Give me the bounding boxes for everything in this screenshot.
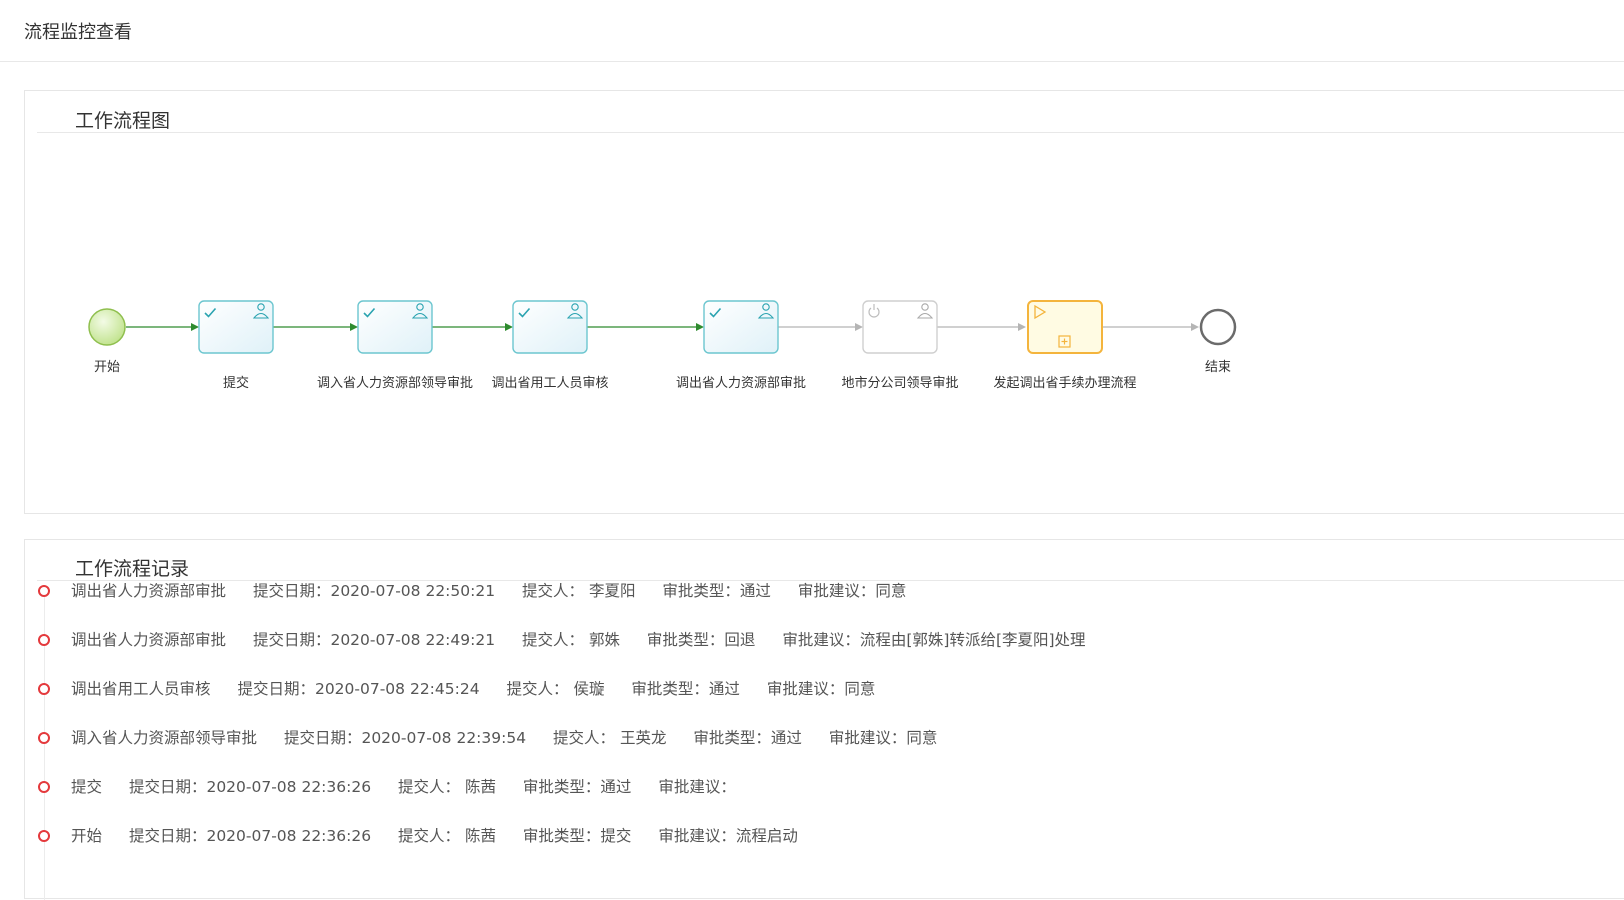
node-label-submit: 提交 bbox=[223, 375, 249, 391]
timeline-dot bbox=[38, 683, 50, 695]
record-type: 审批类型：通过 bbox=[631, 680, 740, 698]
page-header: 流程监控查看 bbox=[0, 0, 1624, 62]
record-type: 审批类型：提交 bbox=[522, 827, 632, 845]
record-date: 提交日期：2020-07-08 22:36:26 bbox=[128, 827, 372, 845]
record-date: 提交日期：2020-07-08 22:50:21 bbox=[252, 582, 496, 600]
workflow-records-title: 工作流程记录 bbox=[75, 558, 190, 580]
record-step: 开始 bbox=[71, 827, 103, 845]
node-label-end: 结束 bbox=[1205, 360, 1231, 375]
node-label-start: 开始 bbox=[94, 360, 120, 375]
timeline-dot bbox=[38, 585, 50, 597]
record-type: 审批类型：通过 bbox=[693, 729, 802, 747]
page-title: 流程监控查看 bbox=[24, 22, 132, 43]
timeline-dot bbox=[38, 732, 50, 744]
node-label-export-staff-review: 调出省用工人员审核 bbox=[491, 376, 608, 391]
arrow-head bbox=[505, 323, 513, 331]
record-step: 调出省人力资源部审批 bbox=[71, 631, 227, 649]
arrow-head bbox=[350, 323, 358, 331]
record-type: 审批类型：回退 bbox=[646, 631, 756, 649]
record-type: 审批类型：通过 bbox=[522, 778, 632, 796]
node-label-import-hr-leader-approval: 调入省人力资源部领导审批 bbox=[317, 376, 473, 391]
record-item: 调出省人力资源部审批 提交日期：2020-07-08 22:50:21 提交人：… bbox=[25, 579, 1605, 605]
arrow-head bbox=[1191, 323, 1199, 331]
task-import-hr-leader-approval[interactable] bbox=[357, 300, 433, 354]
record-submitter: 提交人： 侯璇 bbox=[506, 680, 605, 698]
workflow-diagram-canvas: 开始 提交 调入省人力资源部领导审批 调出省用工人员审核 调出省人力资源部审批 … bbox=[88, 300, 1237, 391]
record-date: 提交日期：2020-07-08 22:39:54 bbox=[283, 729, 527, 747]
task-export-hr-approval[interactable] bbox=[703, 300, 779, 354]
record-step: 调出省人力资源部审批 bbox=[71, 582, 227, 600]
record-item: 开始 提交日期：2020-07-08 22:36:26 提交人： 陈茜 审批类型… bbox=[25, 824, 1605, 850]
node-label-export-hr-approval: 调出省人力资源部审批 bbox=[676, 376, 806, 391]
subprocess-export-procedure[interactable] bbox=[1027, 300, 1103, 354]
record-submitter: 提交人： 陈茜 bbox=[398, 827, 496, 845]
record-opinion: 审批建议：流程由[郭姝]转派给[李夏阳]处理 bbox=[782, 631, 1086, 649]
task-submit[interactable] bbox=[198, 300, 274, 354]
task-export-staff-review[interactable] bbox=[512, 300, 588, 354]
record-date: 提交日期：2020-07-08 22:45:24 bbox=[237, 680, 480, 698]
record-item: 调出省用工人员审核 提交日期：2020-07-08 22:45:24 提交人： … bbox=[25, 677, 1605, 703]
record-submitter: 提交人： 王英龙 bbox=[553, 729, 667, 747]
record-submitter: 提交人： 李夏阳 bbox=[522, 582, 636, 600]
timeline-dot bbox=[38, 781, 50, 793]
record-item: 调出省人力资源部审批 提交日期：2020-07-08 22:49:21 提交人：… bbox=[25, 628, 1605, 654]
end-event[interactable] bbox=[1199, 308, 1237, 346]
workflow-diagram-panel: 工作流程图 开始 提交 调入省人力资源部领导审批 调出省用工人员审核 调出省人力… bbox=[24, 90, 1624, 514]
record-date: 提交日期：2020-07-08 22:49:21 bbox=[252, 631, 496, 649]
start-event[interactable] bbox=[88, 308, 126, 346]
record-opinion: 审批建议： bbox=[658, 778, 736, 796]
record-step: 调出省用工人员审核 bbox=[71, 680, 211, 698]
record-submitter: 提交人： 陈茜 bbox=[398, 778, 496, 796]
workflow-records-panel: 工作流程记录 调出省人力资源部审批 提交日期：2020-07-08 22:50:… bbox=[24, 539, 1624, 900]
node-label-export-procedure: 发起调出省手续办理流程 bbox=[993, 375, 1136, 391]
record-opinion: 审批建议：流程启动 bbox=[658, 827, 798, 845]
record-opinion: 审批建议：同意 bbox=[797, 582, 907, 600]
record-item: 提交 提交日期：2020-07-08 22:36:26 提交人： 陈茜 审批类型… bbox=[25, 775, 1605, 801]
arrow-head bbox=[191, 323, 199, 331]
node-label-branch-leader-approval: 地市分公司领导审批 bbox=[841, 375, 958, 391]
record-date: 提交日期：2020-07-08 22:36:26 bbox=[128, 778, 372, 796]
record-opinion: 审批建议：同意 bbox=[766, 680, 876, 698]
record-type: 审批类型：通过 bbox=[662, 582, 771, 600]
timeline-dot bbox=[38, 830, 50, 842]
record-submitter: 提交人： 郭姝 bbox=[522, 631, 620, 649]
arrow-head bbox=[1018, 323, 1026, 331]
arrow-head bbox=[696, 323, 704, 331]
record-step: 提交 bbox=[71, 778, 103, 796]
arrow-head bbox=[855, 323, 863, 331]
task-branch-leader-approval[interactable] bbox=[862, 300, 938, 354]
record-step: 调入省人力资源部领导审批 bbox=[71, 729, 258, 747]
timeline-dot bbox=[38, 634, 50, 646]
record-item: 调入省人力资源部领导审批 提交日期：2020-07-08 22:39:54 提交… bbox=[25, 726, 1605, 752]
record-opinion: 审批建议：同意 bbox=[828, 729, 938, 747]
